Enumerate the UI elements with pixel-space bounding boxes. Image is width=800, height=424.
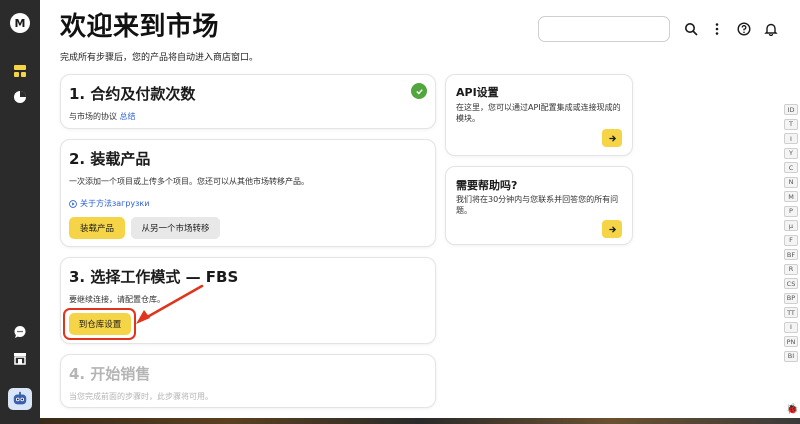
arrow-right-icon bbox=[608, 225, 616, 233]
arrow-right-icon bbox=[608, 134, 616, 142]
robot-avatar[interactable] bbox=[8, 388, 32, 410]
page-title: 欢迎来到市场 bbox=[60, 12, 220, 42]
alphabet-item[interactable]: BF bbox=[784, 249, 798, 260]
alphabet-item[interactable]: M bbox=[784, 191, 798, 202]
load-products-button[interactable]: 装载产品 bbox=[69, 217, 125, 239]
step-card-products: 2. 装载产品 一次添加一个项目或上传多个项目。您还可以从其他市场转移产品。 关… bbox=[60, 139, 436, 247]
step-card-start-sales: 4. 开始销售 当您完成前面的步骤时，此步骤将可用。 bbox=[60, 354, 436, 408]
alphabet-item[interactable]: BP bbox=[784, 292, 798, 304]
step-card-contract: 1. 合约及付款次数 与市场的协议 总结 bbox=[60, 74, 436, 129]
sidebar: M bbox=[0, 0, 40, 424]
step-text: 当您完成前面的步骤时，此步骤将可用。 bbox=[69, 392, 213, 401]
help-title: 需要帮助吗? bbox=[456, 179, 518, 192]
bottom-strip bbox=[40, 418, 800, 424]
alphabet-item[interactable]: F bbox=[784, 234, 798, 246]
step-text: 一次添加一个项目或上传多个项目。您还可以从其他市场转移产品。 bbox=[69, 177, 309, 186]
pie-chart-icon[interactable] bbox=[12, 89, 28, 105]
alphabet-item[interactable]: C bbox=[784, 162, 798, 173]
step-text: 与市场的协议 总结 bbox=[69, 111, 136, 122]
search-icon[interactable] bbox=[682, 20, 700, 38]
api-settings-text: 在这里，您可以通过API配置集成或连接现成的模块。 bbox=[456, 103, 621, 123]
bell-icon[interactable] bbox=[762, 20, 780, 38]
help-icon[interactable] bbox=[735, 20, 753, 38]
annotation-arrow-icon bbox=[136, 284, 204, 324]
api-settings-card: API设置 在这里，您可以通过API配置集成或连接现成的模块。 bbox=[445, 74, 633, 156]
summary-link[interactable]: 总结 bbox=[120, 112, 136, 121]
step-text-label: 与市场的协议 bbox=[69, 112, 117, 121]
help-text: 我们将在30分钟内与您联系并回答您的所有问题。 bbox=[456, 195, 619, 215]
alphabet-item[interactable]: Y bbox=[784, 147, 798, 159]
play-icon bbox=[69, 199, 77, 208]
alphabet-item[interactable]: I bbox=[784, 321, 798, 333]
alphabet-item[interactable]: TT bbox=[784, 307, 798, 318]
search-input[interactable] bbox=[538, 16, 670, 42]
more-icon[interactable] bbox=[708, 20, 726, 38]
alphabet-item[interactable]: ID bbox=[784, 104, 798, 115]
step-title: 1. 合约及付款次数 bbox=[69, 85, 196, 103]
alphabet-item[interactable]: I bbox=[784, 133, 798, 144]
how-to-load-label: 关于方法загрузки bbox=[80, 199, 150, 208]
chat-icon[interactable] bbox=[12, 324, 28, 340]
dashboard-icon[interactable] bbox=[12, 63, 28, 79]
how-to-load-link[interactable]: 关于方法загрузки bbox=[69, 198, 149, 209]
page-subtitle: 完成所有步骤后，您的产品将自动进入商店窗口。 bbox=[60, 53, 259, 63]
step-title: 2. 装载产品 bbox=[69, 150, 151, 168]
bug-icon[interactable]: 🐞 bbox=[786, 404, 798, 415]
api-settings-arrow-button[interactable] bbox=[602, 129, 622, 147]
alphabet-item[interactable]: N bbox=[784, 176, 798, 188]
alphabet-item[interactable]: BI bbox=[784, 350, 798, 362]
check-icon bbox=[411, 83, 427, 99]
api-settings-title: API设置 bbox=[456, 86, 499, 99]
alphabet-item[interactable]: µ bbox=[784, 220, 798, 231]
alphabet-item[interactable]: CS bbox=[784, 278, 798, 289]
logo-m-icon: M bbox=[14, 16, 26, 30]
alphabet-item[interactable]: T bbox=[784, 118, 798, 130]
alphabet-strip: ID T I Y C N M P µ F BF R CS BP TT I PN … bbox=[784, 104, 800, 365]
alphabet-item[interactable]: P bbox=[784, 205, 798, 217]
market-logo[interactable]: M bbox=[10, 13, 30, 33]
step-title: 4. 开始销售 bbox=[69, 365, 151, 383]
transfer-from-market-button[interactable]: 从另一个市场转移 bbox=[131, 217, 220, 239]
alphabet-item[interactable]: R bbox=[784, 263, 798, 275]
help-card: 需要帮助吗? 我们将在30分钟内与您联系并回答您的所有问题。 bbox=[445, 166, 633, 245]
annotation-highlight-box bbox=[63, 308, 136, 340]
help-arrow-button[interactable] bbox=[602, 220, 622, 238]
store-icon[interactable] bbox=[12, 350, 28, 366]
alphabet-item[interactable]: PN bbox=[784, 336, 798, 347]
